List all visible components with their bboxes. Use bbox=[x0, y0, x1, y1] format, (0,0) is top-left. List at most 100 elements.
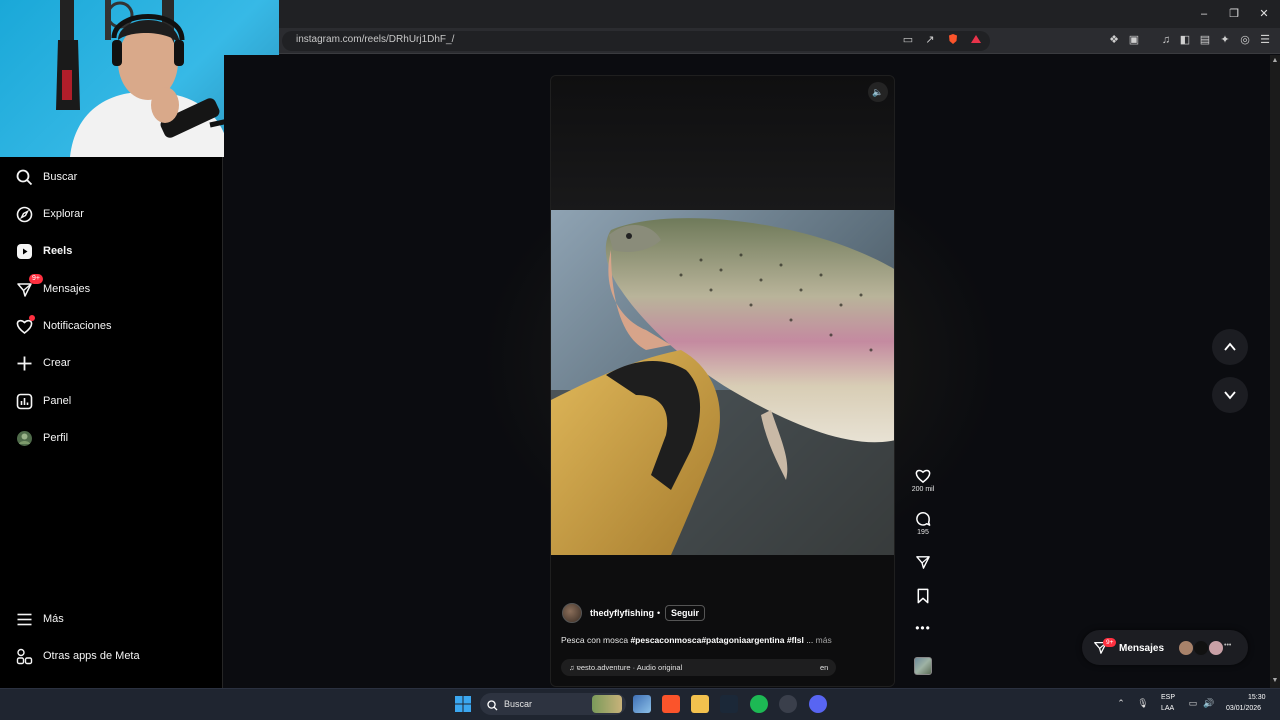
like-count: 200 mil bbox=[911, 486, 935, 493]
audio-thumbnail[interactable] bbox=[914, 657, 932, 675]
heart-icon bbox=[915, 469, 931, 484]
sidebar-item-explorar[interactable]: Explorar bbox=[0, 197, 223, 231]
caption-more-link[interactable]: más bbox=[816, 635, 832, 645]
extensions-icon[interactable]: ❖ bbox=[1107, 33, 1121, 47]
sidebar-item-label: Otras apps de Meta bbox=[43, 650, 140, 662]
reel-caption[interactable]: Pesca con mosca #pescaconmosca#patagonia… bbox=[561, 635, 861, 645]
plus-icon bbox=[15, 354, 33, 372]
close-icon[interactable]: ✕ bbox=[1256, 6, 1272, 22]
chevron-down-icon bbox=[1224, 391, 1236, 400]
sidebar-item-panel[interactable]: Panel bbox=[0, 384, 223, 418]
brave-rewards-icon[interactable] bbox=[969, 33, 983, 47]
leo-ai-icon[interactable]: ✦ bbox=[1218, 33, 1232, 47]
sidebar-item-label: Crear bbox=[43, 357, 71, 369]
comment-icon bbox=[916, 512, 931, 526]
scrollbar[interactable] bbox=[1270, 55, 1280, 688]
heart-icon bbox=[15, 315, 35, 335]
author-username[interactable]: thedyflyfishing bbox=[590, 608, 654, 618]
volume-icon[interactable]: 🔈 bbox=[868, 82, 888, 102]
reels-icon bbox=[15, 242, 33, 260]
messenger-icon: 9+ bbox=[15, 274, 43, 298]
sidebar-item-perfil[interactable]: Perfil bbox=[0, 421, 223, 455]
menu-icon bbox=[15, 610, 33, 628]
profile-avatar bbox=[15, 429, 33, 447]
browser-menu-icon[interactable]: ☰ bbox=[1258, 33, 1272, 47]
keyboard-layout[interactable]: LAA bbox=[1161, 705, 1174, 712]
more-options-icon[interactable]: ••• bbox=[908, 621, 938, 635]
music-icon: ♫ bbox=[569, 663, 575, 672]
reel-player[interactable] bbox=[550, 75, 895, 687]
share-icon[interactable]: ↗ bbox=[923, 33, 937, 47]
previous-reel-button[interactable] bbox=[1212, 329, 1248, 365]
sidebar-item-notificaciones[interactable]: Notificaciones bbox=[0, 309, 223, 343]
clock-date[interactable]: 03/01/2026 bbox=[1226, 705, 1261, 712]
sidebar-item-label: Perfil bbox=[43, 432, 69, 444]
sidebar-item-label: Buscar bbox=[43, 171, 78, 183]
author-avatar[interactable] bbox=[562, 603, 582, 623]
like-button[interactable]: 200 mil bbox=[908, 468, 938, 493]
notification-dot bbox=[29, 315, 35, 321]
speaker-icon[interactable]: 🔊 bbox=[1203, 697, 1215, 709]
brave-shield-icon[interactable] bbox=[946, 33, 960, 47]
next-reel-button[interactable] bbox=[1212, 377, 1248, 413]
sidebar-item-label: Más bbox=[43, 613, 64, 625]
sidebar-item-buscar[interactable]: Buscar bbox=[0, 160, 223, 194]
scroll-down-icon[interactable]: ▼ bbox=[1270, 677, 1280, 687]
microphone-icon[interactable]: 🎙 bbox=[1137, 697, 1149, 709]
reel-video[interactable] bbox=[551, 210, 894, 555]
spotify-icon[interactable] bbox=[750, 695, 768, 713]
sidebar-item-label: Panel bbox=[43, 395, 72, 407]
clock-time[interactable]: 15:30 bbox=[1248, 694, 1266, 701]
cast-icon[interactable]: ▭ bbox=[901, 33, 915, 47]
photos-app-icon[interactable] bbox=[633, 695, 651, 713]
sidebar-item-crear[interactable]: Crear bbox=[0, 346, 223, 380]
share-button[interactable] bbox=[908, 554, 938, 570]
discord-icon[interactable] bbox=[809, 695, 827, 713]
avatar bbox=[1178, 640, 1194, 656]
caption-text: Pesca con mosca bbox=[561, 635, 631, 645]
compass-icon bbox=[15, 205, 33, 223]
minimize-icon[interactable]: – bbox=[1196, 6, 1212, 22]
caption-ellipsis: ... bbox=[803, 635, 816, 645]
sidebar-item-mensajes[interactable]: 9+ Mensajes bbox=[0, 272, 223, 306]
messages-badge: 9+ bbox=[1103, 638, 1117, 647]
restore-icon[interactable]: ❐ bbox=[1226, 6, 1242, 22]
chevron-up-icon bbox=[1224, 342, 1236, 351]
avatar bbox=[1193, 640, 1209, 656]
follow-button[interactable]: Seguir bbox=[665, 605, 706, 621]
avatar bbox=[1208, 640, 1224, 656]
dashboard-icon bbox=[15, 392, 33, 410]
audio-label: ɐesto.adventure · Audio original bbox=[576, 663, 683, 672]
tray-overflow-icon[interactable]: ⌃ bbox=[1115, 697, 1127, 709]
windows-start-icon[interactable] bbox=[455, 696, 471, 717]
search-icon bbox=[15, 168, 33, 186]
network-icon[interactable]: ▭ bbox=[1187, 697, 1199, 709]
save-button[interactable] bbox=[908, 588, 938, 604]
more-avatars-icon: ••• bbox=[1224, 642, 1232, 649]
taskbar-search-label: Buscar bbox=[504, 699, 533, 709]
brave-browser-icon[interactable] bbox=[662, 695, 680, 713]
comment-count: 195 bbox=[917, 529, 929, 536]
sidebar-item-mas[interactable]: Más bbox=[0, 602, 223, 636]
sidebar-icon[interactable]: ◧ bbox=[1178, 33, 1192, 47]
screenshot-icon[interactable]: ▣ bbox=[1127, 33, 1141, 47]
url-text[interactable]: instagram.com/reels/DRhUrj1DhF_/ bbox=[296, 34, 454, 45]
sidebar-item-label: Notificaciones bbox=[43, 320, 112, 332]
audio-pill[interactable]: ♫ ɐesto.adventure · Audio original bbox=[561, 659, 836, 676]
sidebar-item-otras-apps[interactable]: Otras apps de Meta bbox=[0, 639, 223, 673]
file-explorer-icon[interactable] bbox=[691, 695, 709, 713]
audio-language[interactable]: en bbox=[820, 663, 828, 672]
wallet-icon[interactable]: ▤ bbox=[1198, 33, 1212, 47]
notification-badge: 9+ bbox=[29, 274, 43, 284]
scroll-up-icon[interactable]: ▲ bbox=[1270, 57, 1280, 67]
sidebar-item-label: Reels bbox=[43, 245, 73, 257]
steam-icon[interactable] bbox=[720, 695, 738, 713]
media-icon[interactable]: ♫ bbox=[1159, 33, 1173, 47]
keyboard-language[interactable]: ESP bbox=[1161, 694, 1175, 701]
obs-icon[interactable] bbox=[779, 695, 797, 713]
messages-label: Mensajes bbox=[1119, 643, 1165, 654]
comment-button[interactable]: 195 bbox=[908, 511, 938, 536]
caption-hashtags[interactable]: #pescaconmosca#patagoniaargentina #flsl bbox=[630, 635, 803, 645]
vpn-icon[interactable]: ◎ bbox=[1238, 33, 1252, 47]
sidebar-item-reels[interactable]: Reels bbox=[0, 234, 223, 268]
